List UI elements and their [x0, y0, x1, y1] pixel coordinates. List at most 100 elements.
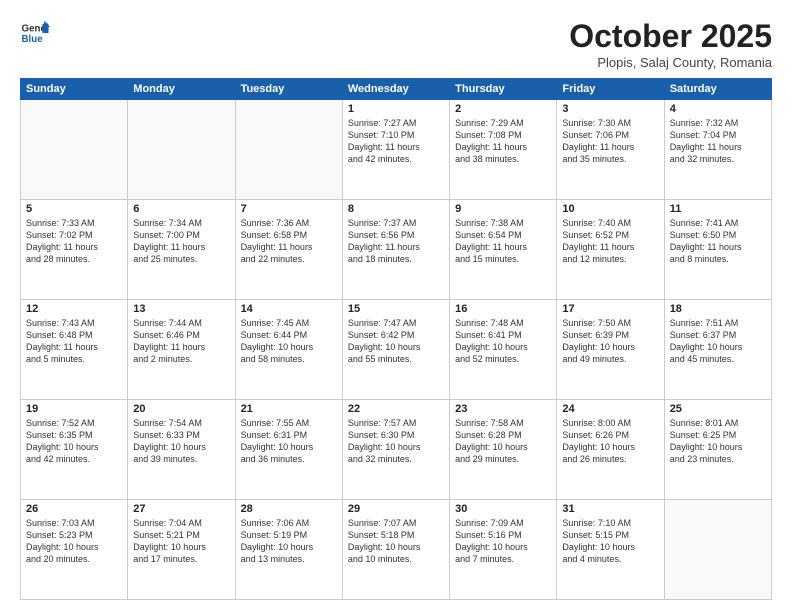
day-info: Sunrise: 7:34 AM Sunset: 7:00 PM Dayligh…: [133, 217, 229, 266]
weekday-thursday: Thursday: [450, 79, 557, 100]
day-info: Sunrise: 7:57 AM Sunset: 6:30 PM Dayligh…: [348, 417, 444, 466]
day-number: 8: [348, 203, 444, 215]
day-info: Sunrise: 7:40 AM Sunset: 6:52 PM Dayligh…: [562, 217, 658, 266]
calendar-cell: 31Sunrise: 7:10 AM Sunset: 5:15 PM Dayli…: [557, 500, 664, 600]
day-info: Sunrise: 7:41 AM Sunset: 6:50 PM Dayligh…: [670, 217, 766, 266]
weekday-sunday: Sunday: [21, 79, 128, 100]
calendar-cell: 9 Sunrise: 7:38 AM Sunset: 6:54 PM Daylig…: [450, 200, 557, 300]
day-info: Sunrise: 7:52 AM Sunset: 6:35 PM Dayligh…: [26, 417, 122, 466]
weekday-tuesday: Tuesday: [235, 79, 342, 100]
day-number: 22: [348, 403, 444, 415]
day-info: Sunrise: 7:29 AM Sunset: 7:08 PM Dayligh…: [455, 117, 551, 166]
week-row-0: 1 Sunrise: 7:27 AM Sunset: 7:10 PM Daylig…: [21, 100, 772, 200]
calendar-cell: 2 Sunrise: 7:29 AM Sunset: 7:08 PM Daylig…: [450, 100, 557, 200]
header: General Blue October 2025 Plopis, Salaj …: [20, 18, 772, 70]
calendar-cell: 29 Sunrise: 7:07 AM Sunset: 5:18 PM Dayli…: [342, 500, 449, 600]
day-info: Sunrise: 7:48 AM Sunset: 6:41 PM Dayligh…: [455, 317, 551, 366]
day-info: Sunrise: 7:06 AM Sunset: 5:19 PM Dayligh…: [241, 517, 337, 566]
day-info: Sunrise: 7:50 AM Sunset: 6:39 PM Dayligh…: [562, 317, 658, 366]
day-number: 13: [133, 303, 229, 315]
day-number: 4: [670, 103, 766, 115]
day-number: 9: [455, 203, 551, 215]
weekday-header-row: SundayMondayTuesdayWednesdayThursdayFrid…: [21, 79, 772, 100]
day-number: 14: [241, 303, 337, 315]
day-info: Sunrise: 7:03 AM Sunset: 5:23 PM Dayligh…: [26, 517, 122, 566]
calendar-cell: 25Sunrise: 8:01 AM Sunset: 6:25 PM Dayli…: [664, 400, 771, 500]
day-info: Sunrise: 7:43 AM Sunset: 6:48 PM Dayligh…: [26, 317, 122, 366]
calendar-cell: [128, 100, 235, 200]
day-number: 5: [26, 203, 122, 215]
week-row-1: 5 Sunrise: 7:33 AM Sunset: 7:02 PM Daylig…: [21, 200, 772, 300]
day-number: 23: [455, 403, 551, 415]
day-number: 16: [455, 303, 551, 315]
title-block: October 2025 Plopis, Salaj County, Roman…: [569, 18, 772, 70]
calendar-location: Plopis, Salaj County, Romania: [569, 55, 772, 70]
calendar-cell: 28 Sunrise: 7:06 AM Sunset: 5:19 PM Dayli…: [235, 500, 342, 600]
day-info: Sunrise: 7:54 AM Sunset: 6:33 PM Dayligh…: [133, 417, 229, 466]
week-row-4: 26 Sunrise: 7:03 AM Sunset: 5:23 PM Dayli…: [21, 500, 772, 600]
day-number: 1: [348, 103, 444, 115]
logo: General Blue: [20, 18, 50, 48]
day-info: Sunrise: 7:36 AM Sunset: 6:58 PM Dayligh…: [241, 217, 337, 266]
weekday-wednesday: Wednesday: [342, 79, 449, 100]
day-number: 27: [133, 503, 229, 515]
calendar-cell: 14 Sunrise: 7:45 AM Sunset: 6:44 PM Dayli…: [235, 300, 342, 400]
day-info: Sunrise: 7:07 AM Sunset: 5:18 PM Dayligh…: [348, 517, 444, 566]
calendar-title: October 2025: [569, 18, 772, 55]
day-number: 30: [455, 503, 551, 515]
calendar-cell: [235, 100, 342, 200]
calendar-cell: [21, 100, 128, 200]
calendar-cell: 10 Sunrise: 7:40 AM Sunset: 6:52 PM Dayli…: [557, 200, 664, 300]
day-info: Sunrise: 7:27 AM Sunset: 7:10 PM Dayligh…: [348, 117, 444, 166]
day-info: Sunrise: 7:45 AM Sunset: 6:44 PM Dayligh…: [241, 317, 337, 366]
day-number: 26: [26, 503, 122, 515]
day-number: 6: [133, 203, 229, 215]
calendar-cell: 8Sunrise: 7:37 AM Sunset: 6:56 PM Daylig…: [342, 200, 449, 300]
day-info: Sunrise: 7:47 AM Sunset: 6:42 PM Dayligh…: [348, 317, 444, 366]
day-number: 17: [562, 303, 658, 315]
day-info: Sunrise: 7:38 AM Sunset: 6:54 PM Dayligh…: [455, 217, 551, 266]
calendar-cell: 1 Sunrise: 7:27 AM Sunset: 7:10 PM Daylig…: [342, 100, 449, 200]
calendar-cell: 20Sunrise: 7:54 AM Sunset: 6:33 PM Dayli…: [128, 400, 235, 500]
day-info: Sunrise: 7:33 AM Sunset: 7:02 PM Dayligh…: [26, 217, 122, 266]
calendar-cell: 22 Sunrise: 7:57 AM Sunset: 6:30 PM Dayli…: [342, 400, 449, 500]
calendar-cell: 23 Sunrise: 7:58 AM Sunset: 6:28 PM Dayli…: [450, 400, 557, 500]
calendar-cell: 18Sunrise: 7:51 AM Sunset: 6:37 PM Dayli…: [664, 300, 771, 400]
calendar-cell: 30 Sunrise: 7:09 AM Sunset: 5:16 PM Dayli…: [450, 500, 557, 600]
day-info: Sunrise: 7:09 AM Sunset: 5:16 PM Dayligh…: [455, 517, 551, 566]
svg-text:Blue: Blue: [22, 34, 44, 45]
day-number: 11: [670, 203, 766, 215]
weekday-saturday: Saturday: [664, 79, 771, 100]
day-number: 2: [455, 103, 551, 115]
calendar-cell: 4 Sunrise: 7:32 AM Sunset: 7:04 PM Daylig…: [664, 100, 771, 200]
day-number: 25: [670, 403, 766, 415]
calendar-cell: 15Sunrise: 7:47 AM Sunset: 6:42 PM Dayli…: [342, 300, 449, 400]
day-info: Sunrise: 7:10 AM Sunset: 5:15 PM Dayligh…: [562, 517, 658, 566]
calendar-cell: 5 Sunrise: 7:33 AM Sunset: 7:02 PM Daylig…: [21, 200, 128, 300]
day-number: 10: [562, 203, 658, 215]
day-number: 19: [26, 403, 122, 415]
day-info: Sunrise: 7:44 AM Sunset: 6:46 PM Dayligh…: [133, 317, 229, 366]
day-info: Sunrise: 7:55 AM Sunset: 6:31 PM Dayligh…: [241, 417, 337, 466]
day-number: 12: [26, 303, 122, 315]
day-number: 28: [241, 503, 337, 515]
calendar-cell: 21Sunrise: 7:55 AM Sunset: 6:31 PM Dayli…: [235, 400, 342, 500]
calendar-cell: 17 Sunrise: 7:50 AM Sunset: 6:39 PM Dayli…: [557, 300, 664, 400]
day-number: 3: [562, 103, 658, 115]
calendar-cell: 19 Sunrise: 7:52 AM Sunset: 6:35 PM Dayli…: [21, 400, 128, 500]
calendar-cell: 3 Sunrise: 7:30 AM Sunset: 7:06 PM Daylig…: [557, 100, 664, 200]
day-info: Sunrise: 7:32 AM Sunset: 7:04 PM Dayligh…: [670, 117, 766, 166]
week-row-3: 19 Sunrise: 7:52 AM Sunset: 6:35 PM Dayli…: [21, 400, 772, 500]
day-number: 24: [562, 403, 658, 415]
calendar-table: SundayMondayTuesdayWednesdayThursdayFrid…: [20, 78, 772, 600]
logo-icon: General Blue: [20, 18, 50, 48]
day-info: Sunrise: 7:58 AM Sunset: 6:28 PM Dayligh…: [455, 417, 551, 466]
page: General Blue October 2025 Plopis, Salaj …: [0, 0, 792, 612]
weekday-monday: Monday: [128, 79, 235, 100]
day-info: Sunrise: 7:04 AM Sunset: 5:21 PM Dayligh…: [133, 517, 229, 566]
day-info: Sunrise: 7:30 AM Sunset: 7:06 PM Dayligh…: [562, 117, 658, 166]
calendar-cell: 12 Sunrise: 7:43 AM Sunset: 6:48 PM Dayli…: [21, 300, 128, 400]
calendar-cell: 16 Sunrise: 7:48 AM Sunset: 6:41 PM Dayli…: [450, 300, 557, 400]
day-number: 29: [348, 503, 444, 515]
calendar-cell: 6 Sunrise: 7:34 AM Sunset: 7:00 PM Daylig…: [128, 200, 235, 300]
